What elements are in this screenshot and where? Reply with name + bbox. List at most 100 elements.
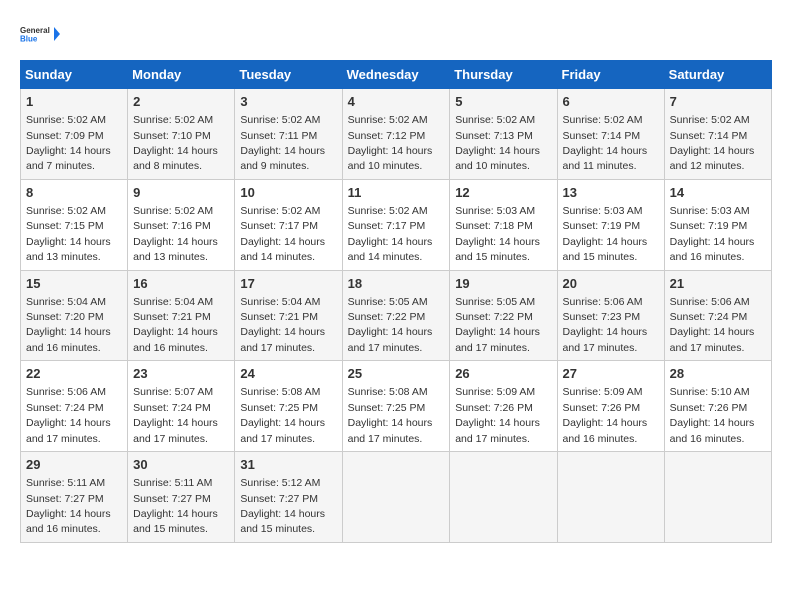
sunset-text: Sunset: 7:26 PM [670,402,748,414]
daylight-text: Daylight: 14 hours [455,326,540,338]
day-number: 15 [26,275,122,293]
daylight-minutes: and 11 minutes. [563,160,637,172]
calendar-cell: 29 Sunrise: 5:11 AM Sunset: 7:27 PM Dayl… [21,452,128,543]
daylight-text: Daylight: 14 hours [133,236,218,248]
sunrise-text: Sunrise: 5:03 AM [455,205,535,217]
calendar-cell [664,452,771,543]
calendar-cell: 20 Sunrise: 5:06 AM Sunset: 7:23 PM Dayl… [557,270,664,361]
calendar-cell: 15 Sunrise: 5:04 AM Sunset: 7:20 PM Dayl… [21,270,128,361]
sunset-text: Sunset: 7:22 PM [455,311,533,323]
calendar-week-5: 29 Sunrise: 5:11 AM Sunset: 7:27 PM Dayl… [21,452,772,543]
sunrise-text: Sunrise: 5:07 AM [133,386,213,398]
daylight-minutes: and 17 minutes. [455,342,530,354]
daylight-text: Daylight: 14 hours [133,417,218,429]
calendar-cell: 11 Sunrise: 5:02 AM Sunset: 7:17 PM Dayl… [342,179,450,270]
calendar-cell: 30 Sunrise: 5:11 AM Sunset: 7:27 PM Dayl… [128,452,235,543]
sunset-text: Sunset: 7:27 PM [26,493,104,505]
day-number: 24 [240,365,336,383]
logo-graphic: General Blue [20,16,60,52]
calendar-cell: 28 Sunrise: 5:10 AM Sunset: 7:26 PM Dayl… [664,361,771,452]
day-number: 5 [455,93,551,111]
column-header-saturday: Saturday [664,61,771,89]
sunset-text: Sunset: 7:14 PM [563,130,641,142]
daylight-text: Daylight: 14 hours [455,236,540,248]
daylight-minutes: and 13 minutes. [26,251,101,263]
calendar-cell: 21 Sunrise: 5:06 AM Sunset: 7:24 PM Dayl… [664,270,771,361]
calendar-week-1: 1 Sunrise: 5:02 AM Sunset: 7:09 PM Dayli… [21,89,772,180]
day-number: 11 [348,184,445,202]
daylight-text: Daylight: 14 hours [455,145,540,157]
calendar-cell: 22 Sunrise: 5:06 AM Sunset: 7:24 PM Dayl… [21,361,128,452]
sunrise-text: Sunrise: 5:03 AM [563,205,643,217]
day-number: 2 [133,93,229,111]
calendar-cell [342,452,450,543]
daylight-minutes: and 17 minutes. [348,342,423,354]
day-number: 27 [563,365,659,383]
sunrise-text: Sunrise: 5:11 AM [133,477,212,489]
day-number: 10 [240,184,336,202]
daylight-minutes: and 10 minutes. [455,160,530,172]
daylight-text: Daylight: 14 hours [348,236,433,248]
sunrise-text: Sunrise: 5:04 AM [240,296,320,308]
sunset-text: Sunset: 7:27 PM [133,493,211,505]
calendar-cell: 3 Sunrise: 5:02 AM Sunset: 7:11 PM Dayli… [235,89,342,180]
daylight-text: Daylight: 14 hours [240,145,325,157]
sunset-text: Sunset: 7:20 PM [26,311,104,323]
daylight-text: Daylight: 14 hours [670,145,755,157]
sunset-text: Sunset: 7:25 PM [240,402,318,414]
sunset-text: Sunset: 7:17 PM [348,220,426,232]
column-header-monday: Monday [128,61,235,89]
sunrise-text: Sunrise: 5:02 AM [26,114,106,126]
day-number: 20 [563,275,659,293]
sunrise-text: Sunrise: 5:12 AM [240,477,320,489]
column-header-sunday: Sunday [21,61,128,89]
sunrise-text: Sunrise: 5:02 AM [133,205,213,217]
day-number: 28 [670,365,766,383]
daylight-minutes: and 16 minutes. [670,251,745,263]
calendar-week-3: 15 Sunrise: 5:04 AM Sunset: 7:20 PM Dayl… [21,270,772,361]
sunset-text: Sunset: 7:18 PM [455,220,533,232]
calendar-cell: 17 Sunrise: 5:04 AM Sunset: 7:21 PM Dayl… [235,270,342,361]
daylight-minutes: and 15 minutes. [563,251,638,263]
sunrise-text: Sunrise: 5:06 AM [26,386,106,398]
sunset-text: Sunset: 7:16 PM [133,220,211,232]
daylight-minutes: and 10 minutes. [348,160,423,172]
daylight-text: Daylight: 14 hours [133,508,218,520]
day-number: 30 [133,456,229,474]
calendar-cell [557,452,664,543]
sunset-text: Sunset: 7:15 PM [26,220,104,232]
svg-text:General: General [20,26,50,35]
sunset-text: Sunset: 7:27 PM [240,493,318,505]
calendar-cell: 23 Sunrise: 5:07 AM Sunset: 7:24 PM Dayl… [128,361,235,452]
calendar-cell: 25 Sunrise: 5:08 AM Sunset: 7:25 PM Dayl… [342,361,450,452]
sunrise-text: Sunrise: 5:03 AM [670,205,750,217]
calendar-cell: 16 Sunrise: 5:04 AM Sunset: 7:21 PM Dayl… [128,270,235,361]
daylight-minutes: and 17 minutes. [348,433,423,445]
daylight-minutes: and 7 minutes. [26,160,95,172]
column-header-tuesday: Tuesday [235,61,342,89]
daylight-minutes: and 16 minutes. [563,433,638,445]
calendar-cell: 7 Sunrise: 5:02 AM Sunset: 7:14 PM Dayli… [664,89,771,180]
logo: General Blue [20,16,60,52]
column-header-wednesday: Wednesday [342,61,450,89]
calendar-cell: 19 Sunrise: 5:05 AM Sunset: 7:22 PM Dayl… [450,270,557,361]
sunset-text: Sunset: 7:24 PM [133,402,211,414]
column-header-thursday: Thursday [450,61,557,89]
daylight-minutes: and 8 minutes. [133,160,202,172]
daylight-text: Daylight: 14 hours [240,508,325,520]
day-number: 13 [563,184,659,202]
sunrise-text: Sunrise: 5:09 AM [563,386,643,398]
sunrise-text: Sunrise: 5:05 AM [455,296,535,308]
daylight-text: Daylight: 14 hours [240,326,325,338]
sunset-text: Sunset: 7:12 PM [348,130,426,142]
sunrise-text: Sunrise: 5:11 AM [26,477,105,489]
daylight-text: Daylight: 14 hours [26,236,111,248]
day-number: 22 [26,365,122,383]
sunset-text: Sunset: 7:23 PM [563,311,641,323]
sunrise-text: Sunrise: 5:02 AM [563,114,643,126]
day-number: 29 [26,456,122,474]
sunrise-text: Sunrise: 5:10 AM [670,386,750,398]
sunrise-text: Sunrise: 5:02 AM [348,205,428,217]
daylight-text: Daylight: 14 hours [670,326,755,338]
daylight-minutes: and 16 minutes. [26,342,101,354]
